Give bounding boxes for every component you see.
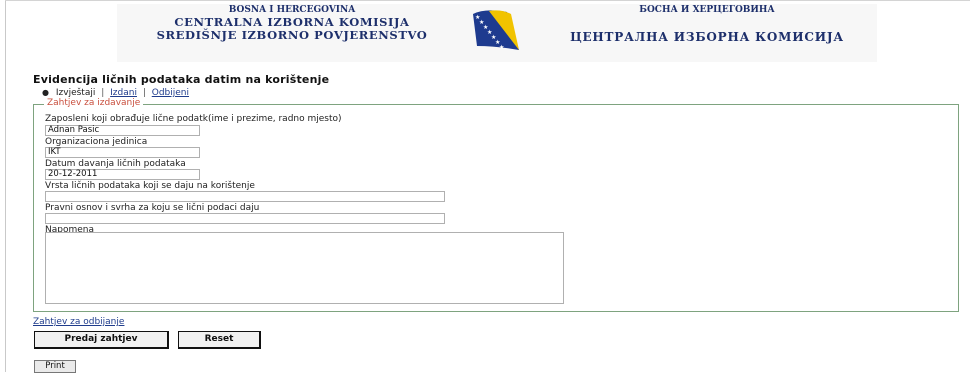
bullet-icon: ● (42, 88, 49, 97)
frame-top-border (5, 0, 970, 1)
reset-button[interactable]: Reset (178, 331, 261, 349)
request-fieldset: Zahtjev za izdavanje Zaposleni koji obra… (33, 98, 959, 312)
header-cyrillic: БОСНА И ХЕРЦЕГОВИНА ЦЕНТРАЛНА ИЗБОРНА КО… (537, 4, 877, 44)
org-unit-field[interactable]: IKT (45, 147, 200, 158)
submit-request-button[interactable]: Predaj zahtjev (34, 331, 169, 349)
header-latin: BOSNA I HERCEGOVINA CENTRALNA IZBORNA KO… (117, 4, 467, 42)
print-button[interactable]: Print (34, 360, 76, 373)
tab-izdani[interactable]: Izdani (110, 88, 137, 98)
header-banner: BOSNA I HERCEGOVINA CENTRALNA IZBORNA KO… (117, 4, 877, 62)
employee-field[interactable]: Adnan Pasic (45, 125, 200, 136)
data-type-field[interactable] (45, 191, 445, 202)
tab-izvjestaji: Izvještaji (55, 88, 96, 98)
header-latin-commission-hr: SREDIŠNJE IZBORNO POVJERENSTVO (156, 28, 428, 42)
svg-text:★: ★ (499, 44, 504, 51)
date-field[interactable]: 20-12-2011 (45, 169, 200, 180)
reject-request-link[interactable]: Zahtjev za odbijanje (33, 317, 124, 327)
note-textarea[interactable] (45, 232, 564, 304)
tab-nav: ● Izvještaji | Izdani | Odbijeni (42, 88, 189, 98)
data-type-label: Vrsta ličnih podataka koji se daju na ko… (45, 181, 255, 191)
legal-basis-label: Pravni osnov i svrha za koju se lični po… (45, 203, 260, 213)
tab-separator: | (142, 88, 146, 98)
org-unit-label: Organizaciona jedinica (45, 137, 148, 147)
date-label: Datum davanja ličnih podataka (45, 159, 186, 169)
header-cyrillic-country: БОСНА И ХЕРЦЕГОВИНА (639, 5, 775, 15)
bih-flag-logo: ★★★ ★★★ ★ (473, 10, 519, 51)
page-title: Evidencija ličnih podataka datim na kori… (33, 73, 330, 86)
legal-basis-field[interactable] (45, 213, 445, 224)
fieldset-legend: Zahtjev za izdavanje (44, 98, 144, 108)
tab-odbijeni[interactable]: Odbijeni (152, 88, 189, 98)
frame-left-border (5, 0, 6, 372)
header-cyrillic-commission: ЦЕНТРАЛНА ИЗБОРНА КОМИСИЈА (570, 30, 844, 44)
employee-label: Zaposleni koji obrađuje lične podatk(ime… (45, 114, 342, 124)
tab-separator: | (101, 88, 105, 98)
